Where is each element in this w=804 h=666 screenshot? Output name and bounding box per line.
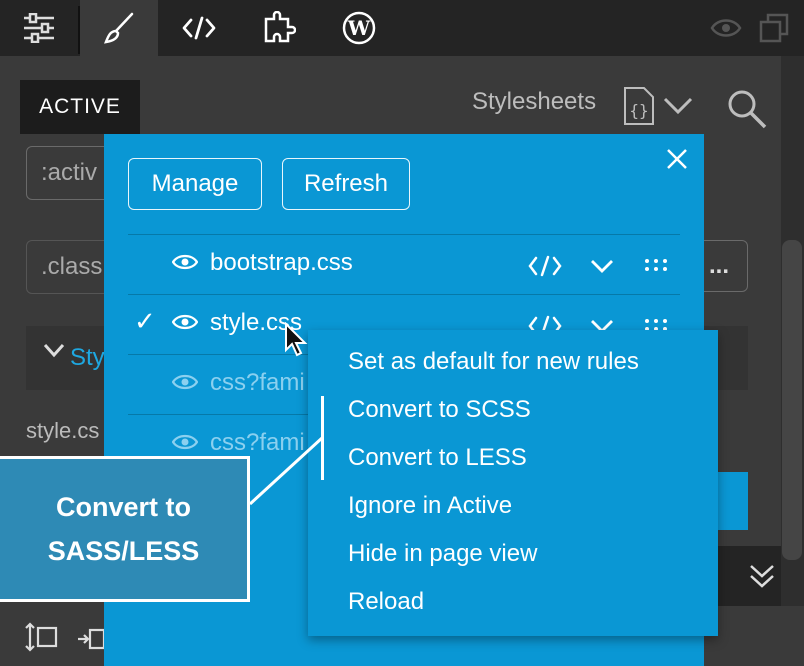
mouse-cursor-icon — [284, 321, 310, 362]
callout-box: Convert to SASS/LESS — [0, 456, 250, 602]
brush-icon[interactable] — [80, 0, 158, 56]
more-button[interactable]: ... — [698, 240, 748, 292]
file-label: style.cs — [26, 418, 100, 443]
stylesheet-file-icon[interactable]: {} — [622, 86, 656, 130]
svg-text:{}: {} — [629, 101, 648, 120]
double-chevron-down-icon[interactable] — [748, 562, 776, 596]
wordpress-icon[interactable]: W — [320, 0, 398, 56]
resize-vertical-icon[interactable] — [24, 622, 60, 656]
eye-icon[interactable] — [171, 433, 199, 455]
eye-icon[interactable] — [700, 0, 752, 56]
menu-item-ignore-active[interactable]: Ignore in Active — [348, 492, 512, 520]
eye-icon[interactable] — [171, 253, 199, 275]
scrollbar-thumb[interactable] — [782, 240, 802, 560]
svg-text:W: W — [347, 16, 371, 40]
menu-item-reload[interactable]: Reload — [348, 588, 424, 616]
stylesheet-context-menu: Set as default for new rules Convert to … — [308, 330, 718, 636]
menu-item-convert-scss[interactable]: Convert to SCSS — [348, 396, 531, 424]
chevron-down-icon — [42, 342, 66, 364]
refresh-button[interactable]: Refresh — [282, 158, 410, 210]
search-icon[interactable] — [726, 88, 768, 134]
style-section-label: Sty — [70, 344, 105, 371]
stylesheets-label[interactable]: Stylesheets — [472, 88, 596, 116]
code-icon[interactable] — [160, 0, 238, 56]
stylesheet-row[interactable]: bootstrap.css — [128, 234, 680, 292]
drag-handle-icon[interactable] — [644, 257, 668, 276]
menu-item-hide-page-view[interactable]: Hide in page view — [348, 540, 537, 568]
code-icon[interactable] — [528, 255, 562, 281]
sliders-icon[interactable] — [0, 0, 78, 56]
bottom-toolbar — [0, 606, 106, 666]
callout-line-2: SASS/LESS — [47, 536, 200, 566]
callout-connector — [248, 436, 324, 506]
callout-line-1: Convert to — [56, 492, 191, 522]
active-tab[interactable]: ACTIVE — [20, 80, 140, 134]
check-icon: ✓ — [134, 307, 156, 337]
menu-item-set-default[interactable]: Set as default for new rules — [348, 348, 639, 376]
stylesheet-name: bootstrap.css — [210, 249, 353, 276]
eye-icon[interactable] — [171, 313, 199, 335]
close-icon[interactable] — [666, 148, 688, 174]
stylesheet-name: css?fami — [210, 369, 305, 396]
style-section-header[interactable]: Sty — [26, 326, 106, 390]
insert-icon[interactable] — [76, 622, 106, 656]
chevron-down-icon[interactable] — [662, 96, 694, 120]
window-icon[interactable] — [748, 0, 800, 56]
puzzle-icon[interactable] — [240, 0, 318, 56]
menu-item-convert-less[interactable]: Convert to LESS — [348, 444, 527, 472]
eye-icon[interactable] — [171, 373, 199, 395]
chevron-down-icon[interactable] — [590, 259, 614, 279]
top-toolbar: W — [0, 0, 804, 56]
manage-button[interactable]: Manage — [128, 158, 262, 210]
